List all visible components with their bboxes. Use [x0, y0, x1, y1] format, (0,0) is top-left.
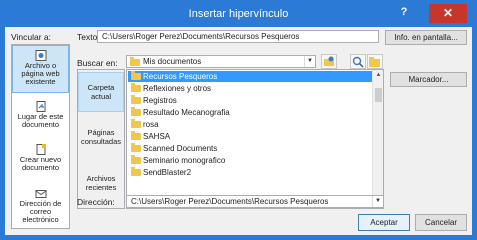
- folder-icon: [131, 167, 141, 176]
- folder-icon: [131, 95, 141, 104]
- screen-tip-button[interactable]: Info. en pantalla...: [385, 30, 467, 45]
- ok-button[interactable]: Aceptar: [358, 214, 410, 231]
- file-list[interactable]: Recursos Pesqueros Reflexiones y otros Reg…: [126, 69, 384, 209]
- email-icon: [35, 190, 46, 198]
- bookmark-button[interactable]: Marcador...: [390, 72, 467, 87]
- file-list-item[interactable]: Reflexiones y otros: [128, 83, 372, 94]
- text-to-display-input[interactable]: C:\Users\Roger Perez\Documents\Recursos …: [97, 30, 379, 43]
- file-name: Registros: [143, 96, 177, 105]
- file-name: SendBlaster2: [143, 168, 192, 177]
- file-name: Recursos Pesqueros: [143, 72, 218, 81]
- file-list-item[interactable]: Recursos Pesqueros: [128, 71, 372, 82]
- look-in-value: Mis documentos: [143, 57, 202, 66]
- nav-place-in-document[interactable]: Lugar de este documento: [12, 98, 69, 134]
- open-file-icon: [369, 57, 380, 67]
- new-document-icon: [36, 144, 46, 155]
- link-to-label: Vincular a:: [11, 32, 52, 42]
- title-bar: Insertar hipervínculo ? ✕: [1, 1, 476, 27]
- place-browsed-pages[interactable]: Páginas consultadas: [78, 116, 124, 158]
- nav-item-label: Dirección de correo electrónico: [19, 199, 62, 224]
- folder-icon: [131, 71, 141, 80]
- file-list-item[interactable]: rosa: [128, 119, 372, 130]
- place-in-document-icon: [36, 101, 45, 112]
- file-list-item[interactable]: SendBlaster2: [128, 167, 372, 178]
- folder-icon: [131, 107, 141, 116]
- file-list-item[interactable]: SAHSA: [128, 131, 372, 142]
- folder-icon: [131, 119, 141, 128]
- nav-create-new-document[interactable]: Crear nuevo documento: [12, 141, 69, 177]
- link-type-panel: Archivo o página web existente Lugar de …: [11, 44, 70, 229]
- file-list-item[interactable]: Resultado Mecanografia: [128, 107, 372, 118]
- folder-icon: [131, 143, 141, 152]
- browse-web-button[interactable]: [321, 54, 337, 69]
- browse-web-icon: [324, 56, 334, 66]
- file-name: Resultado Mecanografia: [143, 108, 230, 117]
- nav-item-label: Crear nuevo documento: [19, 155, 62, 172]
- chevron-down-icon[interactable]: ▼: [372, 196, 383, 207]
- look-in-label: Buscar en:: [77, 58, 118, 68]
- folder-icon: [131, 131, 141, 140]
- file-name: Scanned Documents: [143, 144, 218, 153]
- address-label: Dirección:: [77, 197, 115, 207]
- file-list-item[interactable]: Seminario monografico: [128, 155, 372, 166]
- nav-item-label: Archivo o página web existente: [21, 61, 60, 86]
- file-name: rosa: [143, 120, 159, 129]
- nav-existing-file-or-web-page[interactable]: Archivo o página web existente: [12, 45, 69, 93]
- web-page-icon: [35, 50, 46, 61]
- folder-icon: [131, 83, 141, 92]
- address-combo[interactable]: C:\Users\Roger Perez\Documents\Recursos …: [126, 195, 384, 208]
- nav-item-label: Lugar de este documento: [17, 112, 64, 129]
- help-button[interactable]: ?: [397, 6, 411, 20]
- places-panel: Carpeta actual Páginas consultadas Archi…: [77, 69, 125, 209]
- folder-icon: [131, 155, 141, 164]
- cancel-button[interactable]: Cancelar: [415, 214, 467, 231]
- file-list-item[interactable]: Scanned Documents: [128, 143, 372, 154]
- file-name: SAHSA: [143, 132, 171, 141]
- look-in-combo[interactable]: Mis documentos ▼: [126, 55, 316, 68]
- nav-email-address[interactable]: Dirección de correo electrónico: [12, 185, 69, 227]
- address-value: C:\Users\Roger Perez\Documents\Recursos …: [131, 197, 329, 206]
- file-list-item[interactable]: Registros: [128, 95, 372, 106]
- dialog-body: Vincular a: Archivo o página web existen…: [5, 27, 472, 235]
- dialog-window: Insertar hipervínculo ? ✕ Vincular a: Ar…: [0, 0, 477, 240]
- close-button[interactable]: ✕: [429, 4, 467, 23]
- file-name: Reflexiones y otros: [143, 84, 212, 93]
- file-name: Seminario monografico: [143, 156, 226, 165]
- vertical-scrollbar[interactable]: ▲ ▼: [372, 70, 383, 208]
- scroll-up-icon[interactable]: ▲: [373, 70, 383, 81]
- open-file-button[interactable]: [367, 54, 383, 69]
- folder-icon: [130, 57, 140, 66]
- search-folder-icon: [352, 56, 364, 68]
- chevron-down-icon[interactable]: ▼: [304, 56, 315, 67]
- place-current-folder[interactable]: Carpeta actual: [78, 72, 124, 112]
- search-folder-button[interactable]: [350, 54, 366, 69]
- scroll-thumb[interactable]: [375, 88, 382, 102]
